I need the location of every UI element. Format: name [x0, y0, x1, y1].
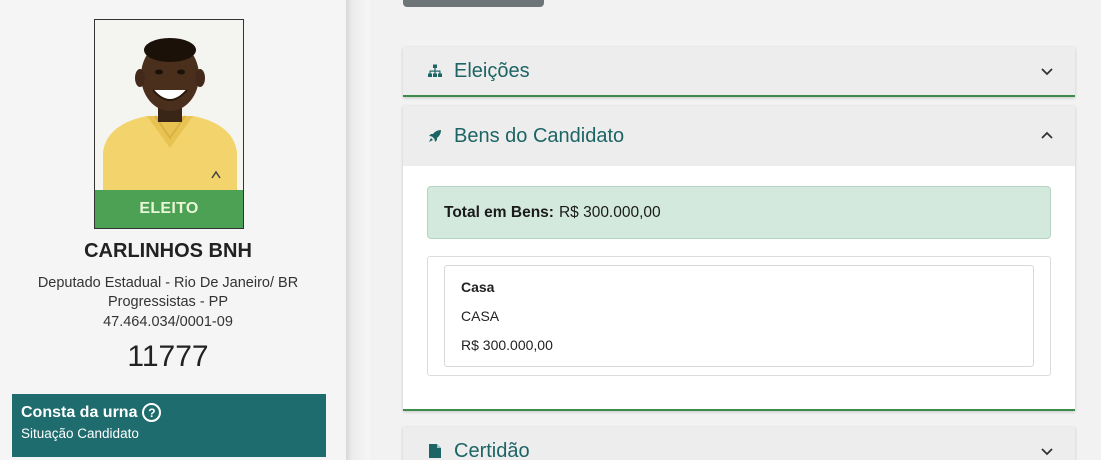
certidao-title: Certidão [454, 439, 530, 460]
eleicoes-section: Eleições [403, 47, 1075, 97]
total-bens-value: R$ 300.000,00 [558, 203, 661, 221]
bens-title: Bens do Candidato [454, 124, 625, 147]
urna-title: Consta da urna [21, 403, 138, 421]
candidate-cnpj: 47.464.034/0001-09 [103, 314, 233, 330]
candidate-role-location: Deputado Estadual - Rio De Janeiro/ BR [37, 275, 299, 291]
elected-badge: ELEITO [95, 190, 243, 228]
bens-section: Bens do Candidato Total em Bens: R$ 300.… [403, 106, 1075, 411]
sitemap-icon [426, 62, 444, 80]
chevron-down-icon[interactable] [1039, 63, 1055, 79]
chevron-up-icon[interactable] [1039, 128, 1055, 144]
candidate-photo: ELEITO [94, 19, 244, 229]
candidate-name: CARLINHOS BNH [84, 240, 252, 262]
list-item: Casa CASA R$ 300.000,00 [444, 265, 1034, 367]
help-icon[interactable]: ? [142, 403, 162, 422]
file-icon [426, 442, 444, 460]
certidao-header[interactable]: Certidão [403, 427, 1075, 460]
urna-status-box: Consta da urna ? Situação Candidato [12, 394, 326, 457]
rocket-icon [426, 127, 444, 145]
urna-subtitle: Situação Candidato [21, 426, 139, 441]
eleicoes-title: Eleições [454, 59, 530, 82]
bens-header[interactable]: Bens do Candidato [403, 106, 1075, 166]
top-button[interactable] [403, 0, 544, 7]
bens-list: Casa CASA R$ 300.000,00 [427, 256, 1051, 376]
total-bens-label: Total em Bens: [444, 203, 554, 221]
candidate-panel: ELEITO CARLINHOS BNH Deputado Estadual -… [0, 0, 346, 460]
panel-divider [346, 0, 370, 460]
item-title: Casa [461, 279, 495, 295]
chevron-down-icon[interactable] [1039, 443, 1055, 459]
total-bens-box: Total em Bens: R$ 300.000,00 [427, 186, 1051, 239]
candidate-party: Progressistas - PP [107, 294, 229, 310]
item-description: CASA [461, 308, 500, 324]
candidate-number: 11777 [127, 340, 209, 373]
eleicoes-header[interactable]: Eleições [403, 47, 1075, 95]
item-value: R$ 300.000,00 [461, 337, 553, 353]
certidao-section: Certidão [403, 427, 1075, 460]
